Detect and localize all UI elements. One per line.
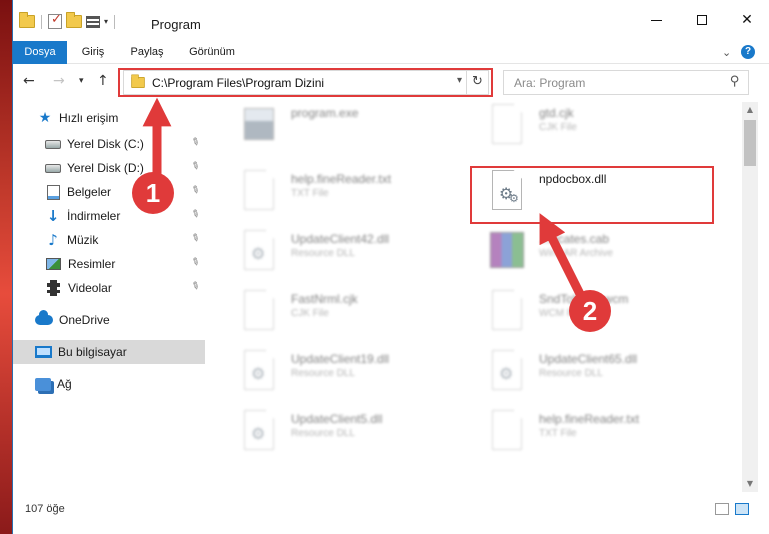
arrow-to-target-file xyxy=(539,213,588,303)
annotation-arrows xyxy=(142,97,588,303)
step-marker-1: 1 xyxy=(132,172,174,214)
step-marker-2: 2 xyxy=(569,290,611,332)
